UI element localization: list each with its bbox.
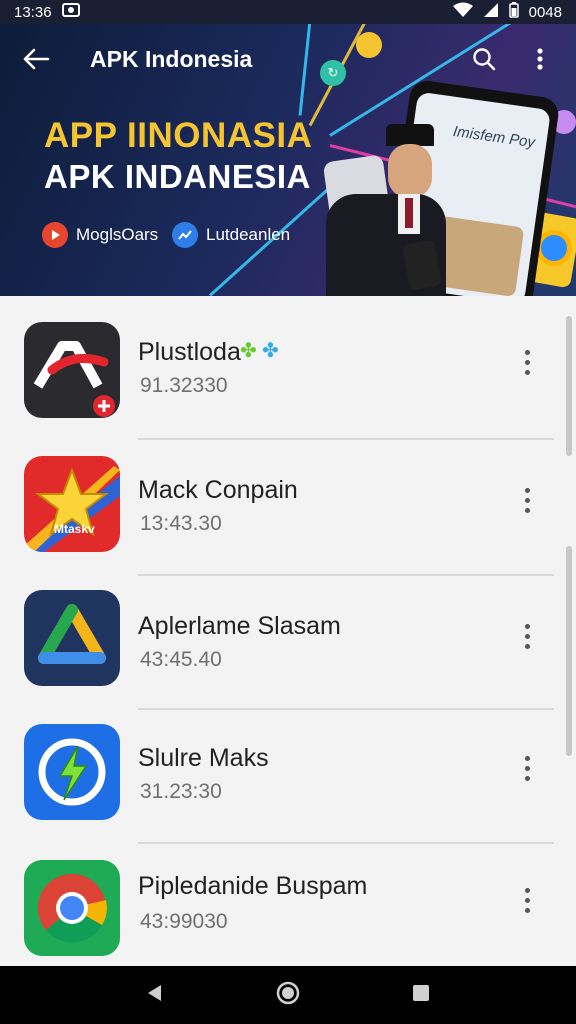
banner-chip-1[interactable]: MoglsOars — [42, 222, 158, 248]
app-bar: APK Indonesia — [0, 24, 576, 94]
app-name: Aplerlame Slasam — [138, 612, 341, 640]
scrollbar[interactable] — [566, 316, 572, 456]
triangle-icon — [24, 590, 120, 686]
app-name: Pipledanide Buspam — [138, 872, 368, 900]
app-version: 43:45.40 — [140, 648, 222, 671]
lightning-icon — [24, 724, 120, 820]
app-list: Plustloda ✤ ✤ 91.32330 Mtaskv Mack Conpa… — [0, 296, 576, 964]
banner-headline: APP IINONASIA — [44, 116, 313, 155]
status-time: 13:36 — [14, 3, 52, 21]
nav-back-icon[interactable] — [145, 983, 165, 1008]
play-icon — [42, 222, 68, 248]
app-version: 43:99030 — [140, 910, 228, 933]
sparkle-icon: ✤ — [262, 340, 279, 362]
status-bar: 13:36 0048 — [0, 0, 576, 24]
search-icon[interactable] — [466, 41, 502, 77]
battery-icon — [508, 2, 519, 22]
banner-chip-1-label: MoglsOars — [76, 225, 159, 244]
icon-label: Mtaskv — [54, 522, 95, 536]
battery-level: 0048 — [528, 3, 562, 21]
page-title: APK Indonesia — [90, 45, 253, 72]
person-illustration — [316, 124, 446, 296]
banner-chip-2[interactable]: Lutdeanlen — [172, 222, 290, 248]
nav-recents-icon[interactable] — [411, 983, 431, 1008]
list-item[interactable]: Mtaskv Mack Conpain 13:43.30 — [0, 432, 556, 568]
nav-home-icon[interactable] — [276, 981, 300, 1010]
sparkle-icon: ✤ — [240, 340, 257, 362]
system-nav-bar — [0, 966, 576, 1024]
signal-icon — [483, 2, 499, 22]
back-arrow-icon[interactable] — [18, 41, 54, 77]
hero-banner: ↻ Imisfem Poy APK Indonesia APP IINONASI… — [0, 24, 576, 296]
item-more-options-icon[interactable] — [512, 748, 542, 788]
item-more-options-icon[interactable] — [512, 480, 542, 520]
phone-screen-text: Imisfem Poy — [451, 122, 536, 152]
item-more-options-icon[interactable] — [512, 616, 542, 656]
list-item[interactable]: Plustloda ✤ ✤ 91.32330 — [0, 296, 556, 432]
app-name: Plustloda — [138, 338, 241, 366]
trend-icon — [172, 222, 198, 248]
app-version: 31.23:30 — [140, 780, 222, 803]
star-icon: Mtaskv — [24, 456, 120, 552]
app-version: 13:43.30 — [140, 512, 222, 535]
chrome-icon — [24, 860, 120, 956]
item-more-options-icon[interactable] — [512, 880, 542, 920]
app-name: Slulre Maks — [138, 744, 269, 772]
list-item[interactable]: Aplerlame Slasam 43:45.40 — [0, 568, 556, 704]
item-more-options-icon[interactable] — [512, 342, 542, 382]
banner-chip-2-label: Lutdeanlen — [206, 225, 291, 244]
photo-notification-icon — [61, 3, 80, 21]
red-a-icon — [24, 322, 120, 418]
list-item[interactable]: Slulre Maks 31.23:30 — [0, 702, 556, 838]
app-version: 91.32330 — [140, 374, 228, 397]
more-options-icon[interactable] — [522, 41, 558, 77]
wifi-icon — [452, 2, 473, 22]
scrollbar-thumb[interactable] — [566, 546, 572, 756]
banner-subheadline: APK INDANESIA — [44, 158, 311, 195]
app-name: Mack Conpain — [138, 476, 298, 504]
list-item[interactable]: Pipledanide Buspam 43:99030 — [0, 836, 556, 972]
